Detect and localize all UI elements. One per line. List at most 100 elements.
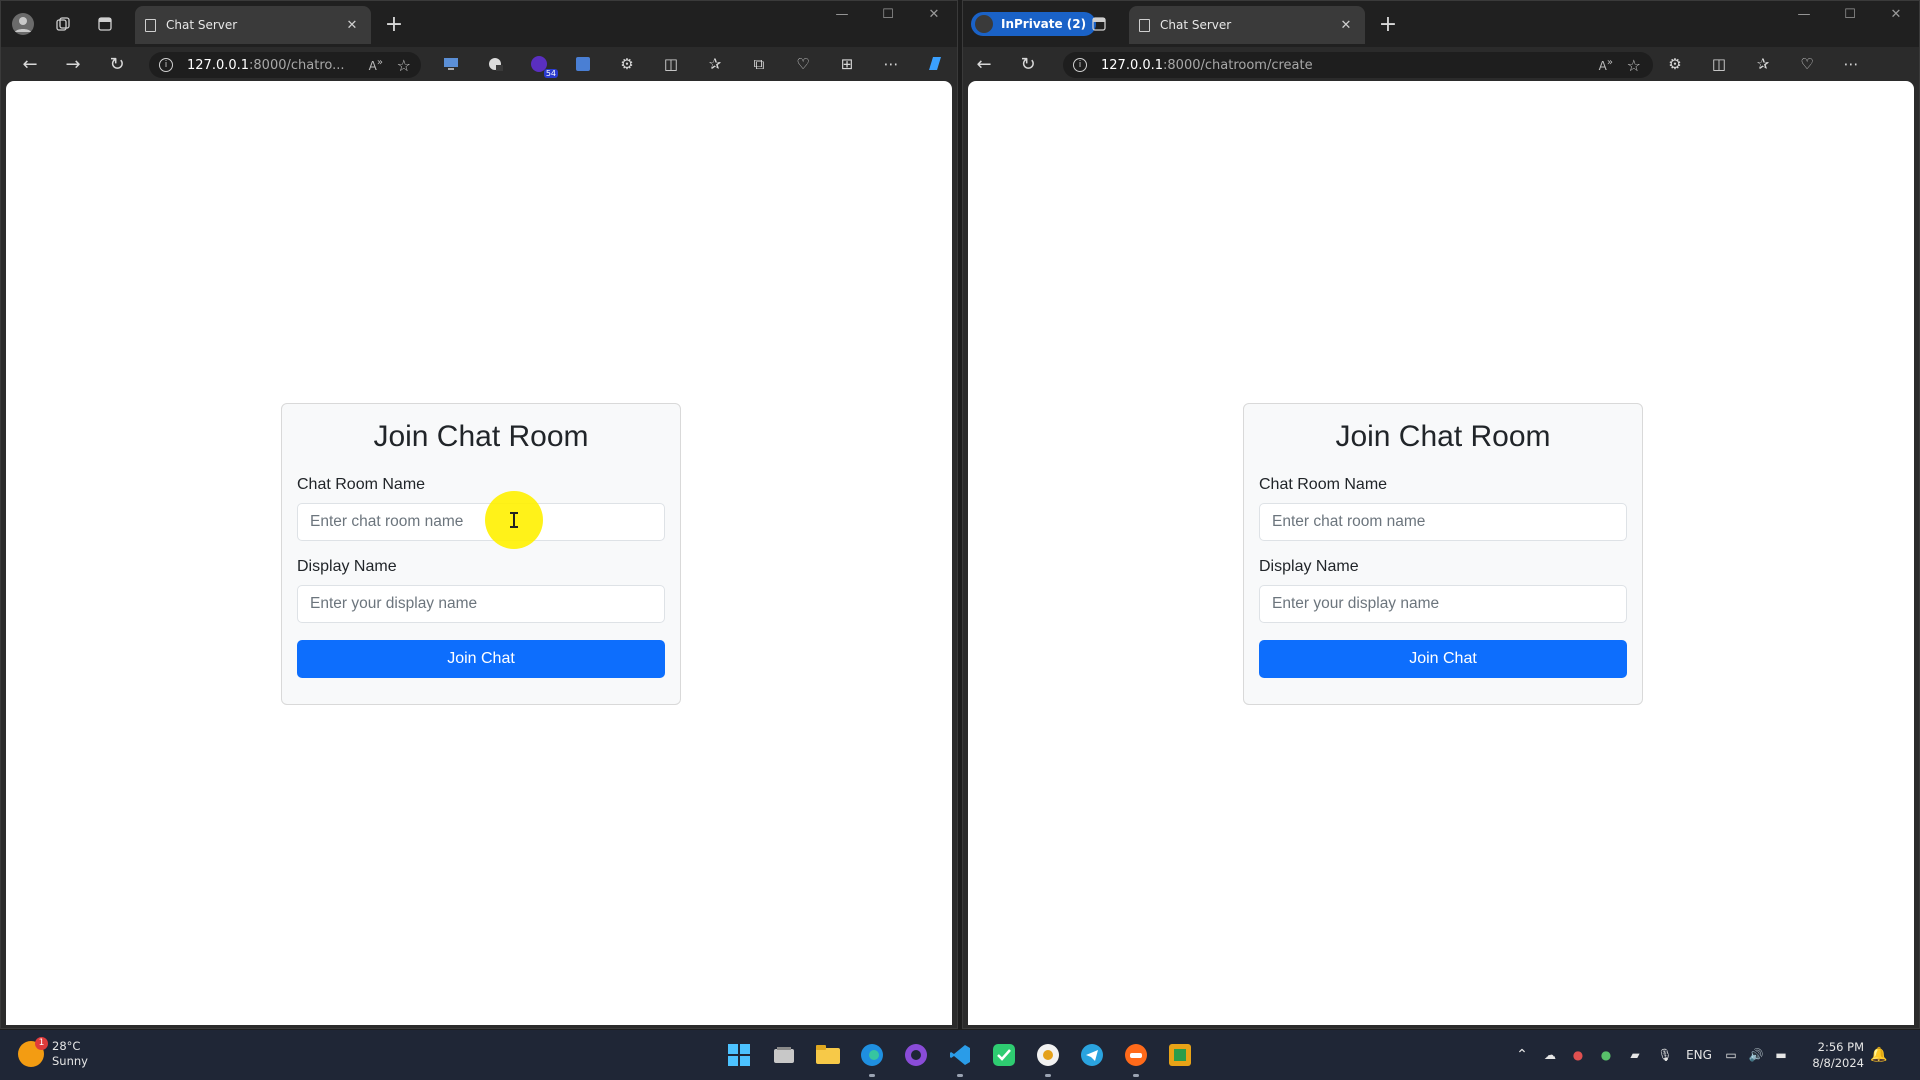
network-icon[interactable]: ▭ — [1718, 1048, 1744, 1062]
weather-widget[interactable]: 1 28°C Sunny — [18, 1037, 88, 1069]
join-chat-button[interactable]: Join Chat — [1259, 640, 1627, 678]
tab-chat-server[interactable]: Chat Server ✕ — [135, 6, 371, 44]
back-icon[interactable]: ← — [15, 49, 45, 79]
ticktick-icon[interactable] — [988, 1039, 1020, 1071]
extensions-puzzle-icon[interactable]: ⚙ — [605, 49, 649, 79]
address-bar[interactable]: i 127.0.0.1 :8000/chatroom/create A» ☆ — [1063, 52, 1653, 78]
more-menu-icon[interactable]: ⋯ — [869, 49, 913, 79]
extension-translate-icon[interactable] — [561, 49, 605, 79]
browser-essentials-icon[interactable]: ♡ — [781, 49, 825, 79]
favorite-star-icon[interactable]: ☆ — [1627, 56, 1641, 75]
forward-icon[interactable]: → — [58, 49, 88, 79]
minimize-icon[interactable]: — — [1781, 7, 1827, 22]
copilot-icon[interactable] — [913, 49, 957, 79]
running-indicator — [1133, 1074, 1139, 1077]
photo-app-icon[interactable] — [1164, 1039, 1196, 1071]
sun-icon: 1 — [18, 1037, 48, 1067]
extension-screen-icon[interactable] — [429, 49, 473, 79]
docker-icon[interactable]: ▰ — [1620, 1048, 1650, 1062]
refresh-icon[interactable]: ↻ — [1013, 49, 1043, 79]
join-chat-form: Join Chat Room Chat Room Name Display Na… — [1243, 403, 1643, 705]
display-name-label: Display Name — [297, 558, 397, 575]
soundcloud-icon[interactable] — [1120, 1039, 1152, 1077]
split-screen-icon[interactable]: ◫ — [1697, 49, 1741, 79]
vertical-tabs-icon[interactable] — [1084, 9, 1114, 39]
room-name-input[interactable] — [1259, 503, 1627, 541]
back-icon[interactable]: ← — [969, 49, 999, 79]
address-bar[interactable]: i 127.0.0.1 :8000/chatro... A» ☆ — [149, 52, 421, 78]
start-icon[interactable] — [723, 1039, 755, 1071]
apps-icon[interactable]: ⊞ — [825, 49, 869, 79]
desktop: Chat Server ✕ + — ☐ ✕ ← → ↻ i 127.0.0.1 … — [0, 0, 1920, 1080]
favorites-icon[interactable]: ✰ — [1741, 49, 1785, 79]
refresh-icon[interactable]: ↻ — [102, 49, 132, 79]
extension-badge-icon[interactable]: 54 — [517, 49, 561, 79]
battery-icon[interactable]: ▬ — [1768, 1048, 1794, 1062]
workspaces-icon[interactable] — [48, 9, 78, 39]
site-info-icon[interactable]: i — [1073, 58, 1087, 72]
telegram-icon[interactable] — [1076, 1039, 1108, 1071]
minimize-icon[interactable]: — — [819, 7, 865, 22]
window-controls: — ☐ ✕ — [819, 7, 957, 22]
tab-close-icon[interactable]: ✕ — [343, 18, 361, 33]
microphone-icon[interactable]: 🎙 — [1650, 1048, 1680, 1062]
github-desktop-icon[interactable] — [900, 1039, 932, 1071]
extension-badge-count: 54 — [543, 69, 558, 78]
join-chat-button[interactable]: Join Chat — [297, 640, 665, 678]
profile-avatar-icon[interactable] — [8, 9, 38, 39]
page-icon — [1139, 18, 1150, 32]
tab-title: Chat Server — [1160, 18, 1232, 32]
join-chat-form: Join Chat Room Chat Room Name Display Na… — [281, 403, 681, 705]
read-aloud-icon[interactable]: A» — [1599, 57, 1613, 73]
tab-close-icon[interactable]: ✕ — [1337, 18, 1355, 33]
new-tab-icon[interactable]: + — [1373, 9, 1403, 39]
tab-chat-server[interactable]: Chat Server ✕ — [1129, 6, 1365, 44]
language-indicator[interactable]: ENG — [1680, 1048, 1718, 1062]
inprivate-badge[interactable]: InPrivate (2) — [971, 12, 1097, 36]
toolbar-extensions: ⚙ ◫ ✰ ♡ ⋯ — [1653, 49, 1873, 79]
toolbar-extensions: 54 ⚙ ◫ ✰ ⧉ ♡ ⊞ ⋯ — [429, 49, 957, 79]
favorite-star-icon[interactable]: ☆ — [397, 56, 411, 75]
task-view-icon[interactable] — [768, 1039, 800, 1071]
page-viewport: Join Chat Room Chat Room Name Display Na… — [968, 81, 1914, 1025]
url-path: :8000/chatroom/create — [1163, 57, 1313, 73]
notification-bell-icon[interactable]: 🔔 — [1864, 1047, 1894, 1063]
room-name-label: Chat Room Name — [1259, 476, 1388, 493]
tray-app-icon-2[interactable]: ● — [1592, 1048, 1620, 1062]
file-explorer-icon[interactable] — [812, 1039, 844, 1071]
tab-bar: Chat Server ✕ + — ☐ ✕ — [1, 1, 957, 47]
maximize-icon[interactable]: ☐ — [1827, 7, 1873, 22]
vscode-icon[interactable] — [944, 1039, 976, 1077]
read-aloud-icon[interactable]: A» — [369, 57, 383, 73]
vertical-tabs-icon[interactable] — [90, 9, 120, 39]
extensions-puzzle-icon[interactable]: ⚙ — [1653, 49, 1697, 79]
collections-icon[interactable]: ⧉ — [737, 49, 781, 79]
display-name-input[interactable] — [297, 585, 665, 623]
clock-date: 8/8/2024 — [1812, 1056, 1864, 1070]
extension-cloud-icon[interactable] — [473, 49, 517, 79]
app-circle-icon[interactable] — [1032, 1039, 1064, 1077]
more-menu-icon[interactable]: ⋯ — [1829, 49, 1873, 79]
volume-icon[interactable]: 🔊 — [1744, 1048, 1768, 1062]
display-name-input[interactable] — [1259, 585, 1627, 623]
form-heading: Join Chat Room — [1335, 420, 1551, 453]
onedrive-icon[interactable]: ☁ — [1536, 1048, 1564, 1062]
close-window-icon[interactable]: ✕ — [911, 7, 957, 22]
clock[interactable]: 2:56 PM 8/8/2024 — [1794, 1039, 1864, 1071]
inprivate-label: InPrivate (2) — [1001, 17, 1087, 31]
form-heading: Join Chat Room — [373, 420, 589, 453]
browser-essentials-icon[interactable]: ♡ — [1785, 49, 1829, 79]
system-tray: ⌃ ☁ ● ● ▰ 🎙 ENG ▭ 🔊 ▬ 2:56 PM 8/8/2024 🔔 — [1508, 1030, 1894, 1080]
tray-app-icon[interactable]: ● — [1564, 1048, 1592, 1062]
room-name-input[interactable] — [297, 503, 665, 541]
maximize-icon[interactable]: ☐ — [865, 7, 911, 22]
edge-icon[interactable] — [856, 1039, 888, 1077]
close-window-icon[interactable]: ✕ — [1873, 7, 1919, 22]
show-hidden-icons-icon[interactable]: ⌃ — [1508, 1047, 1536, 1063]
navigation-bar: ← ↻ i 127.0.0.1 :8000/chatroom/create A»… — [963, 47, 1919, 81]
new-tab-icon[interactable]: + — [379, 9, 409, 39]
taskbar: 1 28°C Sunny ⌃ ☁ ● ● ▰ 🎙 ENG ▭ 🔊 ▬ 2:56 … — [0, 1030, 1920, 1080]
site-info-icon[interactable]: i — [159, 58, 173, 72]
split-screen-icon[interactable]: ◫ — [649, 49, 693, 79]
favorites-icon[interactable]: ✰ — [693, 49, 737, 79]
